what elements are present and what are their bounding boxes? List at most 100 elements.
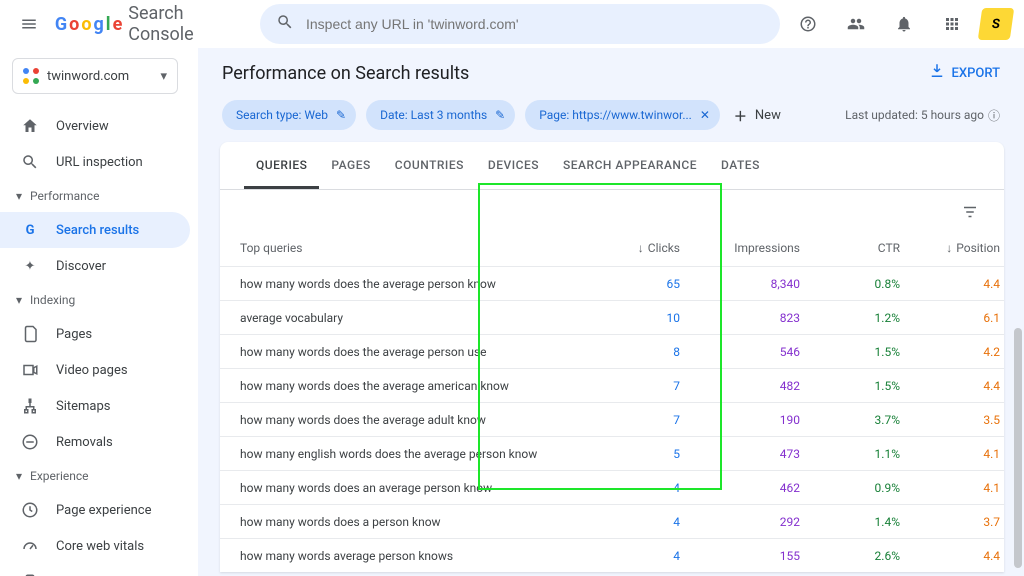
dimension-tabs: QUERIES PAGES COUNTRIES DEVICES SEARCH A… <box>220 142 1004 190</box>
notifications-icon[interactable] <box>884 4 924 44</box>
impressions-cell: 473 <box>680 447 800 461</box>
ctr-cell: 2.6% <box>800 549 900 563</box>
table-row[interactable]: how many words does a person know42921.4… <box>220 504 1004 538</box>
chevron-down-icon: ▾ <box>160 69 167 84</box>
clicks-cell: 65 <box>580 277 680 291</box>
experience-icon <box>20 501 40 519</box>
impressions-cell: 482 <box>680 379 800 393</box>
position-cell: 3.5 <box>900 413 1000 427</box>
product-logo[interactable]: Google Search Console <box>55 3 228 45</box>
url-inspect-input[interactable] <box>306 16 764 32</box>
position-cell: 4.4 <box>900 277 1000 291</box>
sidebar-item-sitemaps[interactable]: Sitemaps <box>0 388 190 424</box>
sidebar-item-overview[interactable]: Overview <box>0 108 190 144</box>
sidebar-item-url-inspection[interactable]: URL inspection <box>0 144 190 180</box>
col-ctr[interactable]: CTR <box>800 241 900 255</box>
sidebar-section-experience[interactable]: ▾Experience <box>0 460 190 492</box>
scrollbar-thumb[interactable] <box>1014 328 1022 568</box>
position-cell: 3.7 <box>900 515 1000 529</box>
ctr-cell: 1.2% <box>800 311 900 325</box>
chip-search-type[interactable]: Search type: Web✎ <box>222 100 356 130</box>
impressions-cell: 546 <box>680 345 800 359</box>
sidebar-item-video-pages[interactable]: Video pages <box>0 352 190 388</box>
tab-queries[interactable]: QUERIES <box>244 142 319 189</box>
col-position[interactable]: ↓Position <box>900 241 1000 255</box>
impressions-cell: 292 <box>680 515 800 529</box>
add-filter-button[interactable]: ＋New <box>734 106 781 125</box>
main-content: Performance on Search results EXPORT Sea… <box>198 48 1024 576</box>
table-row[interactable]: how many words does the average person k… <box>220 266 1004 300</box>
query-cell: how many words average person knows <box>240 549 580 563</box>
filter-icon[interactable] <box>956 198 984 226</box>
url-inspect-search[interactable] <box>260 4 780 44</box>
col-top-queries[interactable]: Top queries <box>240 241 580 255</box>
query-cell: how many words does an average person kn… <box>240 481 580 495</box>
close-icon[interactable]: ✕ <box>700 108 710 122</box>
edit-icon[interactable]: ✎ <box>495 108 505 122</box>
position-cell: 6.1 <box>900 311 1000 325</box>
ctr-cell: 3.7% <box>800 413 900 427</box>
product-name: Search Console <box>128 3 228 45</box>
property-selector[interactable]: twinword.com ▾ <box>12 58 178 94</box>
query-cell: how many words does the average person u… <box>240 345 580 359</box>
info-icon[interactable]: ⓘ <box>988 107 1000 124</box>
help-icon[interactable] <box>788 4 828 44</box>
sort-down-icon: ↓ <box>946 241 952 255</box>
table-row[interactable]: how many words does the average person u… <box>220 334 1004 368</box>
property-icon <box>23 68 39 84</box>
impressions-cell: 8,340 <box>680 277 800 291</box>
sidebar-item-search-results[interactable]: GSearch results <box>0 212 190 248</box>
queries-card: QUERIES PAGES COUNTRIES DEVICES SEARCH A… <box>220 142 1004 572</box>
edit-icon[interactable]: ✎ <box>336 108 346 122</box>
tab-pages[interactable]: PAGES <box>319 142 382 189</box>
table-row[interactable]: how many words does the average american… <box>220 368 1004 402</box>
sidebar-item-page-experience[interactable]: Page experience <box>0 492 190 528</box>
hamburger-menu-button[interactable] <box>12 4 47 44</box>
query-cell: how many english words does the average … <box>240 447 580 461</box>
table-row[interactable]: how many words average person knows41552… <box>220 538 1004 572</box>
position-cell: 4.2 <box>900 345 1000 359</box>
search-icon <box>276 13 294 35</box>
impressions-cell: 190 <box>680 413 800 427</box>
chip-date[interactable]: Date: Last 3 months✎ <box>366 100 515 130</box>
position-cell: 4.4 <box>900 379 1000 393</box>
filter-chips-row: Search type: Web✎ Date: Last 3 months✎ P… <box>198 94 1024 142</box>
chevron-down-icon: ▾ <box>16 469 22 483</box>
sidebar-item-mobile-usability[interactable]: Mobile Usability <box>0 564 190 576</box>
tab-dates[interactable]: DATES <box>709 142 772 189</box>
table-row[interactable]: average vocabulary108231.2%6.1 <box>220 300 1004 334</box>
export-button[interactable]: EXPORT <box>928 62 1000 84</box>
search-icon <box>20 153 40 171</box>
table-row[interactable]: how many english words does the average … <box>220 436 1004 470</box>
table-header: Top queries ↓Clicks Impressions CTR ↓Pos… <box>220 230 1004 266</box>
apps-grid-icon[interactable] <box>932 4 972 44</box>
sort-down-icon: ↓ <box>638 241 644 255</box>
tab-countries[interactable]: COUNTRIES <box>383 142 476 189</box>
sidebar-item-discover[interactable]: ✦Discover <box>0 248 190 284</box>
ctr-cell: 0.9% <box>800 481 900 495</box>
tab-devices[interactable]: DEVICES <box>476 142 551 189</box>
sidebar-section-performance[interactable]: ▾Performance <box>0 180 190 212</box>
col-impressions[interactable]: Impressions <box>680 241 800 255</box>
col-clicks[interactable]: ↓Clicks <box>580 241 680 255</box>
top-bar: Google Search Console S <box>0 0 1024 48</box>
impressions-cell: 462 <box>680 481 800 495</box>
position-cell: 4.1 <box>900 481 1000 495</box>
impressions-cell: 823 <box>680 311 800 325</box>
clicks-cell: 7 <box>580 413 680 427</box>
sidebar-item-pages[interactable]: Pages <box>0 316 190 352</box>
clicks-cell: 4 <box>580 549 680 563</box>
pages-icon <box>20 325 40 343</box>
tab-search-appearance[interactable]: SEARCH APPEARANCE <box>551 142 709 189</box>
sidebar-item-core-web-vitals[interactable]: Core web vitals <box>0 528 190 564</box>
ctr-cell: 1.1% <box>800 447 900 461</box>
account-avatar[interactable]: S <box>978 8 1014 40</box>
sidebar-item-removals[interactable]: Removals <box>0 424 190 460</box>
removals-icon <box>20 433 40 451</box>
table-row[interactable]: how many words does an average person kn… <box>220 470 1004 504</box>
clicks-cell: 5 <box>580 447 680 461</box>
users-icon[interactable] <box>836 4 876 44</box>
table-row[interactable]: how many words does the average adult kn… <box>220 402 1004 436</box>
chip-page[interactable]: Page: https://www.twinwor...✕ <box>525 100 720 130</box>
sidebar-section-indexing[interactable]: ▾Indexing <box>0 284 190 316</box>
